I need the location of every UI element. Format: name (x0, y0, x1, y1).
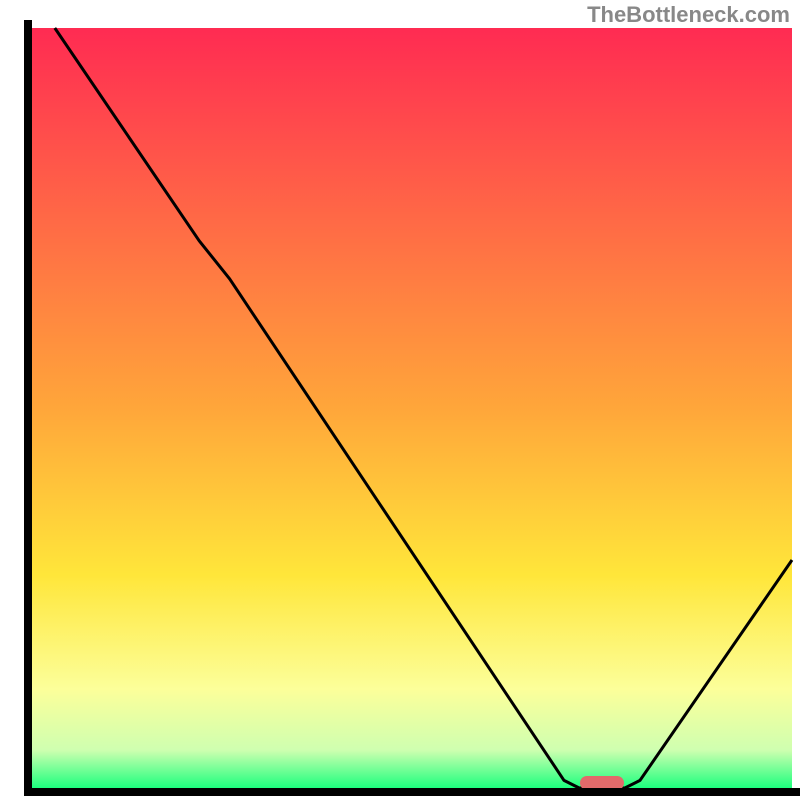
chart-container: TheBottleneck.com (0, 0, 800, 800)
gradient-background (32, 28, 792, 788)
bottleneck-chart (0, 0, 800, 800)
watermark-text: TheBottleneck.com (587, 2, 790, 28)
optimal-marker (580, 776, 624, 790)
plot-area (28, 24, 796, 792)
